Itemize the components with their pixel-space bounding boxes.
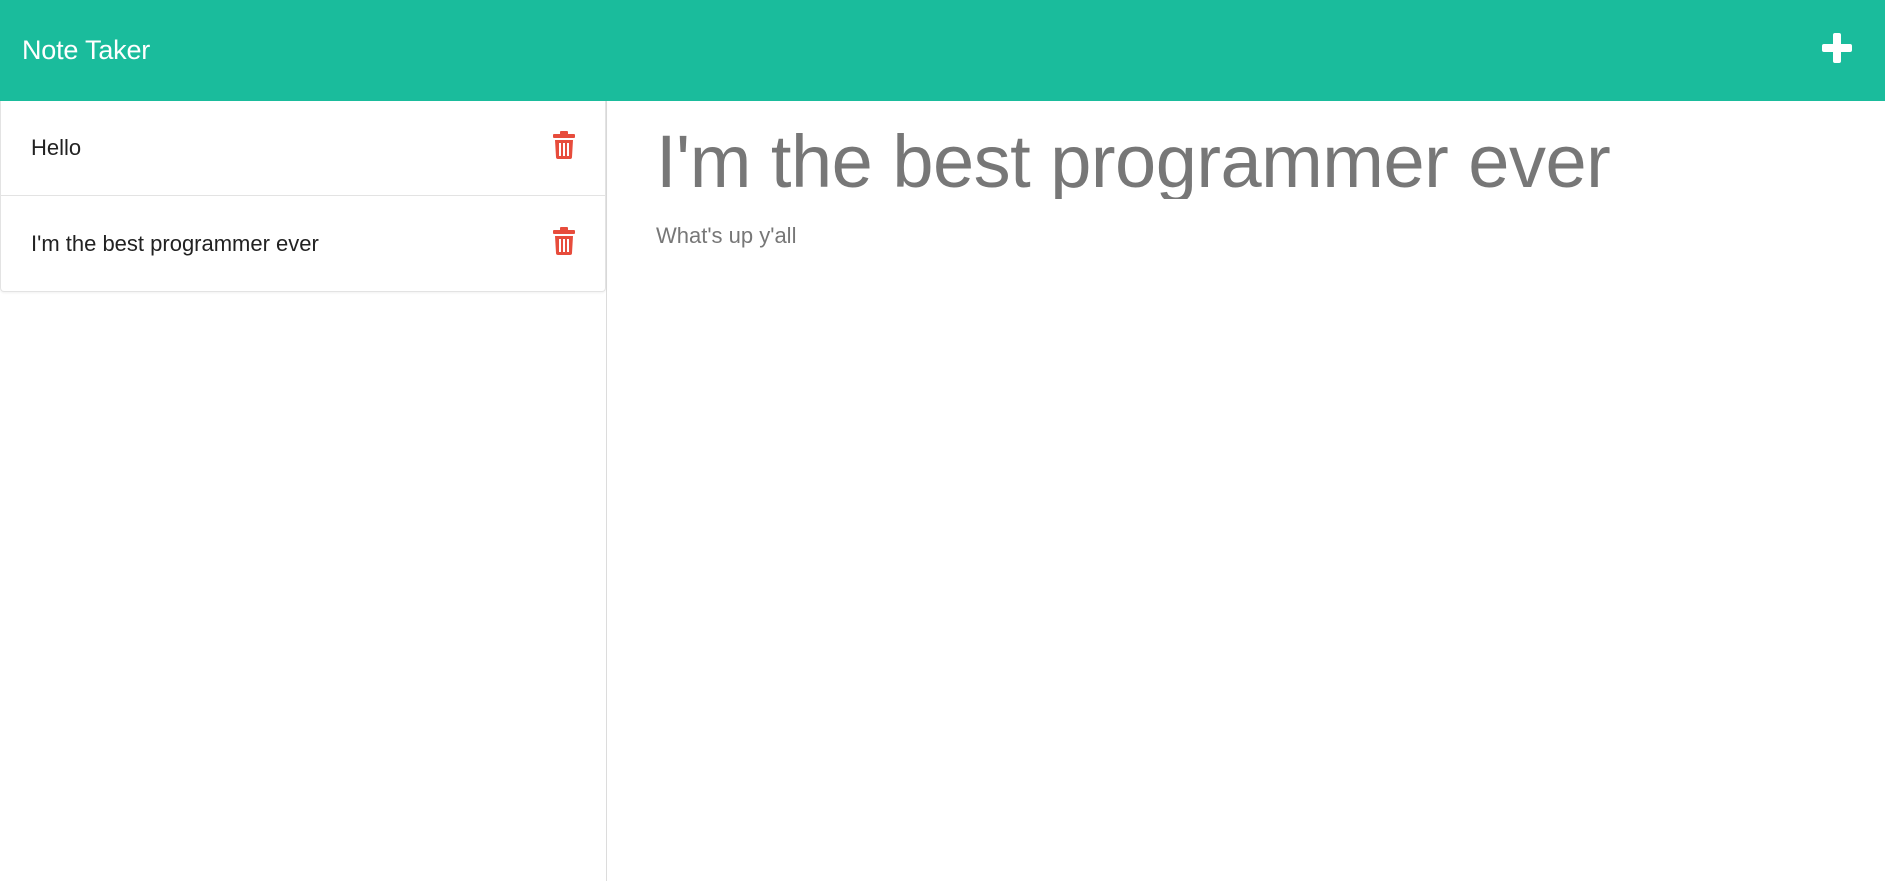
list-item[interactable]: I'm the best programmer ever	[1, 196, 605, 291]
note-list: Hello I'm the best programmer ever	[0, 101, 606, 292]
note-title: Hello	[31, 135, 82, 160]
navbar: Note Taker	[0, 0, 1885, 101]
note-editor: I'm the best programmer ever What's up y…	[608, 101, 1885, 881]
plus-icon	[1822, 32, 1852, 63]
notes-sidebar: Hello I'm the best programmer ever	[0, 101, 607, 881]
trash-icon[interactable]	[553, 131, 575, 159]
note-title: I'm the best programmer ever	[31, 230, 319, 256]
new-note-button[interactable]	[1819, 30, 1855, 66]
trash-icon[interactable]	[553, 226, 575, 255]
app-title[interactable]: Note Taker	[22, 35, 150, 66]
list-item[interactable]: Hello	[1, 101, 605, 196]
note-title-input[interactable]: I'm the best programmer ever	[656, 121, 1837, 199]
note-text-area[interactable]: What's up y'all	[656, 223, 1837, 249]
